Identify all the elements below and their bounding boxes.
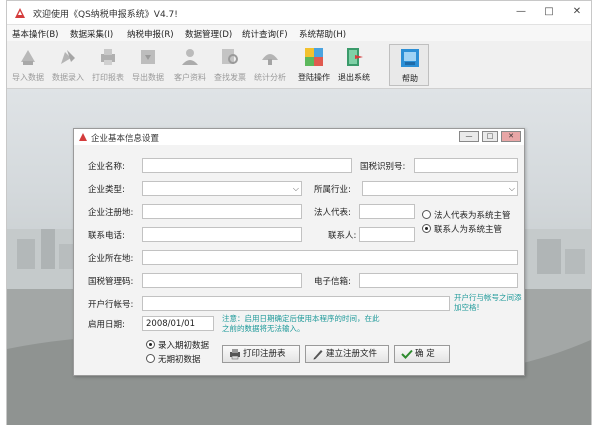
dialog-logo-icon xyxy=(79,133,87,141)
registered-address-input[interactable] xyxy=(142,204,302,219)
login-icon xyxy=(305,48,323,66)
tax-id-label: 国税识别号: xyxy=(360,162,406,172)
location-input[interactable] xyxy=(142,250,518,265)
industry-select[interactable]: ⌵ xyxy=(362,181,518,196)
menu-bar: 基本操作(B) 数据采集(I) 纳税申报(R) 数据管理(D) 统计查询(F) … xyxy=(7,25,591,41)
minimize-button[interactable]: — xyxy=(507,1,535,23)
dialog-title-bar: 企业基本信息设置 — □ ✕ xyxy=(74,129,524,145)
dialog-close-button[interactable]: ✕ xyxy=(501,131,521,142)
company-type-select[interactable]: ⌵ xyxy=(142,181,302,196)
app-logo-icon xyxy=(15,8,25,18)
phone-input[interactable] xyxy=(142,227,302,242)
start-date-label: 启用日期: xyxy=(88,320,125,330)
registered-address-label: 企业注册地: xyxy=(88,208,134,218)
contact-label: 联系人: xyxy=(328,231,357,241)
toolbar: 导入数据 数据录入 打印报表 导出数据 客户资料 查找发票 统计分析 登陆操作 xyxy=(7,42,591,89)
start-date-note: 注意：启用日期确定后使用本程序的时间，在此之前的数据将无法输入。 xyxy=(222,314,380,333)
toolbar-login-button[interactable]: 登陆操作 xyxy=(294,44,334,86)
window-title: 欢迎使用《QS纳税申报系统》V4.7! xyxy=(33,10,178,20)
toolbar-data-entry-button[interactable]: 数据录入 xyxy=(48,44,88,86)
menu-help[interactable]: 系统帮助(H) xyxy=(299,28,346,40)
invoice-search-icon xyxy=(222,49,238,64)
legal-rep-label: 法人代表: xyxy=(314,208,351,218)
start-date-input[interactable]: 2008/01/01 xyxy=(142,316,214,331)
chevron-down-icon: ⌵ xyxy=(292,184,299,193)
tax-authority-code-input[interactable] xyxy=(142,273,302,288)
toolbar-help-button[interactable]: 帮助 xyxy=(389,44,429,86)
menu-data-collection[interactable]: 数据采集(I) xyxy=(70,28,113,40)
toolbar-customer-button[interactable]: 客户资料 xyxy=(170,44,210,86)
bank-account-label: 开户行帐号: xyxy=(88,300,134,310)
menu-statistics[interactable]: 统计查询(F) xyxy=(242,28,288,40)
location-label: 企业所在地: xyxy=(88,254,134,264)
close-button[interactable]: ✕ xyxy=(563,1,591,23)
toolbar-invoice-search-button[interactable]: 查找发票 xyxy=(210,44,250,86)
tax-id-input[interactable] xyxy=(414,158,518,173)
bank-note: 开户行与帐号之间添加空格! xyxy=(454,293,522,312)
import-icon xyxy=(21,50,35,65)
toolbar-export-button[interactable]: 导出数据 xyxy=(128,44,168,86)
statistics-icon xyxy=(262,54,278,65)
email-input[interactable] xyxy=(359,273,518,288)
checkmark-icon xyxy=(401,349,413,359)
maximize-button[interactable]: □ xyxy=(535,1,563,23)
create-registration-file-button[interactable]: 建立注册文件 xyxy=(305,345,389,363)
tax-authority-code-label: 国税管理码: xyxy=(88,277,134,287)
toolbar-print-report-button[interactable]: 打印报表 xyxy=(88,44,128,86)
menu-basic[interactable]: 基本操作(B) xyxy=(12,28,58,40)
pen-icon xyxy=(313,350,323,360)
dialog-title: 企业基本信息设置 xyxy=(91,134,160,144)
company-name-input[interactable] xyxy=(142,158,352,173)
customer-icon xyxy=(182,49,198,65)
menu-tax-filing[interactable]: 纳税申报(R) xyxy=(127,28,174,40)
dialog-minimize-button[interactable]: — xyxy=(459,131,479,142)
company-type-label: 企业类型: xyxy=(88,185,125,195)
app-window: 欢迎使用《QS纳税申报系统》V4.7! — □ ✕ 基本操作(B) 数据采集(I… xyxy=(6,0,592,425)
help-icon xyxy=(401,49,419,67)
company-info-dialog: 企业基本信息设置 — □ ✕ 企业名称: 国税识别号: 企业类型: ⌵ 所属行业… xyxy=(73,128,525,376)
company-name-label: 企业名称: xyxy=(88,162,125,172)
ok-button[interactable]: 确 定 xyxy=(394,345,450,363)
print-registration-button[interactable]: 打印注册表 xyxy=(222,345,300,363)
title-bar: 欢迎使用《QS纳税申报系统》V4.7! — □ ✕ xyxy=(7,1,591,25)
bank-account-input[interactable] xyxy=(142,296,450,311)
industry-label: 所属行业: xyxy=(314,185,351,195)
workspace-background: 企业基本信息设置 — □ ✕ 企业名称: 国税识别号: 企业类型: ⌵ 所属行业… xyxy=(7,89,591,425)
contact-input[interactable] xyxy=(359,227,415,242)
printer-icon xyxy=(230,349,240,360)
legal-rep-input[interactable] xyxy=(359,204,415,219)
email-label: 电子信箱: xyxy=(314,277,351,287)
print-report-icon xyxy=(101,49,115,65)
toolbar-import-button[interactable]: 导入数据 xyxy=(8,44,48,86)
export-icon xyxy=(141,50,155,64)
toolbar-statistics-button[interactable]: 统计分析 xyxy=(250,44,290,86)
chevron-down-icon: ⌵ xyxy=(508,184,515,193)
phone-label: 联系电话: xyxy=(88,231,125,241)
toolbar-exit-button[interactable]: 退出系统 xyxy=(334,44,374,86)
exit-icon xyxy=(347,48,363,66)
dialog-maximize-button[interactable]: □ xyxy=(482,131,498,142)
menu-data-management[interactable]: 数据管理(D) xyxy=(185,28,232,40)
data-entry-icon xyxy=(61,50,75,64)
